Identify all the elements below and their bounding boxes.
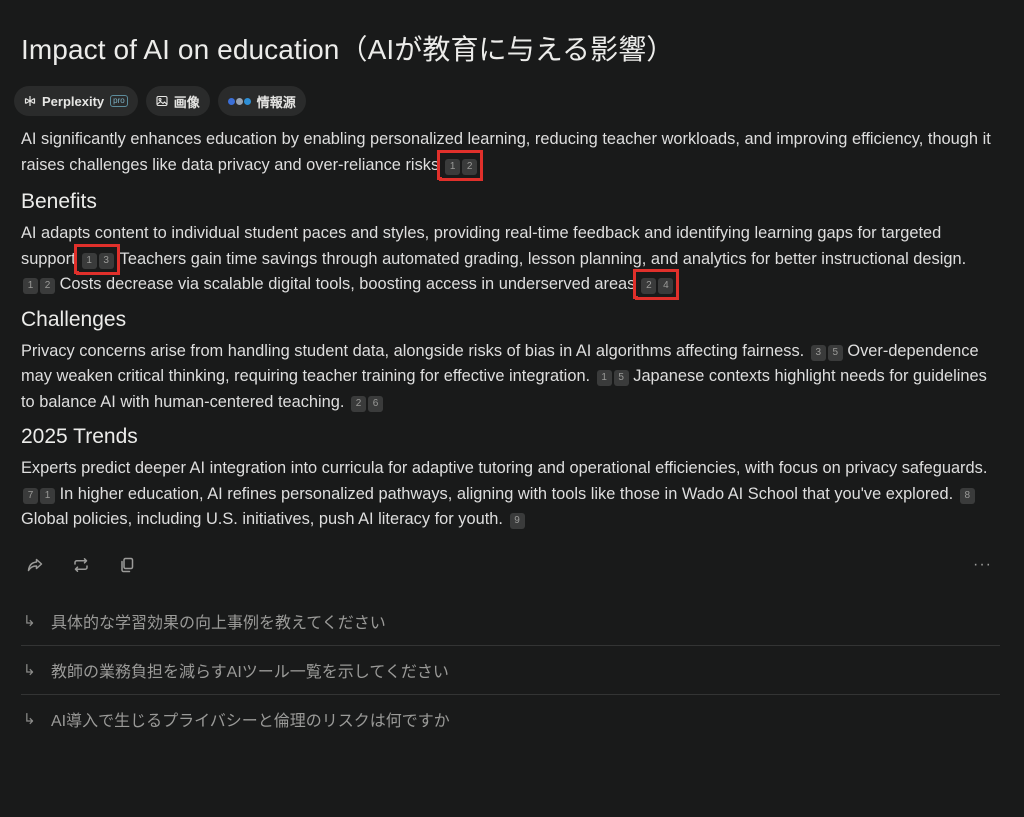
citation-group: 71: [21, 485, 55, 504]
copy-icon: [121, 557, 134, 572]
tab-perplexity[interactable]: Perplexity pro: [14, 86, 138, 116]
citation-group: 8: [958, 485, 975, 504]
citation-badge[interactable]: 3: [98, 252, 114, 269]
copy-button[interactable]: [115, 553, 139, 577]
rewrite-button[interactable]: [69, 553, 93, 577]
section-body-trends: Experts predict deeper AI integration in…: [21, 456, 1000, 533]
citation-badge[interactable]: 1: [596, 370, 612, 386]
tab-images[interactable]: 画像: [145, 86, 210, 116]
intro-text: AI significantly enhances education by e…: [21, 130, 991, 174]
tab-sources[interactable]: 情報源: [217, 86, 306, 116]
share-button[interactable]: [23, 553, 47, 577]
related-questions: ↳ 具体的な学習効果の向上事例を教えてください ↳ 教師の業務負担を減らすAIツ…: [21, 597, 1000, 744]
sentence: In higher education, AI refines personal…: [59, 484, 954, 503]
citation-badge[interactable]: 2: [641, 278, 657, 294]
citation-badge[interactable]: 5: [827, 344, 843, 361]
citation-group: 35: [809, 342, 843, 361]
citation-badge[interactable]: 2: [462, 158, 478, 175]
more-icon[interactable]: ···: [973, 556, 992, 574]
citation-badge[interactable]: 8: [959, 487, 975, 504]
citation-group: 15: [595, 367, 629, 386]
share-icon: [27, 558, 43, 571]
citation-badge[interactable]: 7: [23, 487, 38, 504]
related-question-item[interactable]: ↳ 具体的な学習効果の向上事例を教えてください: [21, 597, 1000, 646]
related-question-item[interactable]: ↳ 教師の業務負担を減らすAIツール一覧を示してください: [21, 646, 1000, 695]
citation-badge[interactable]: 5: [613, 370, 629, 386]
related-question-item[interactable]: ↳ AI導入で生じるプライバシーと倫理のリスクは何ですか: [21, 695, 1000, 744]
reply-arrow-icon: ↳: [23, 612, 36, 630]
citation-badge[interactable]: 2: [351, 395, 367, 412]
image-icon: [156, 95, 168, 107]
answer-tabs: Perplexity pro 画像 情報源: [14, 86, 1000, 116]
citation-badge[interactable]: 3: [810, 344, 826, 361]
tab-perplexity-label: Perplexity: [42, 93, 105, 109]
citation-group-highlighted: 13: [73, 243, 120, 274]
answer-page: Impact of AI on education（AIが教育に与える影響） P…: [0, 0, 1024, 817]
rewrite-icon: [74, 557, 88, 572]
citation-badge[interactable]: 1: [40, 487, 55, 504]
related-question-text: 教師の業務負担を減らすAIツール一覧を示してください: [51, 663, 449, 681]
citation-group-highlighted: 24: [633, 269, 680, 299]
citation-group: 12: [21, 275, 55, 294]
section-heading-challenges: Challenges: [21, 307, 127, 331]
related-question-text: 具体的な学習効果の向上事例を教えてください: [51, 614, 386, 632]
pro-badge: pro: [110, 95, 128, 107]
sentence: Costs decrease via scalable digital tool…: [59, 275, 636, 293]
citation-badge[interactable]: 1: [81, 252, 97, 269]
answer-intro: AI significantly enhances education by e…: [21, 127, 1000, 180]
sentence: Privacy concerns arise from handling stu…: [21, 341, 805, 360]
citation-badge[interactable]: 6: [368, 395, 384, 412]
citation-badge[interactable]: 4: [658, 278, 674, 294]
citation-group: 9: [508, 510, 525, 529]
section-heading-benefits: Benefits: [21, 190, 97, 213]
answer-actions: ···: [21, 553, 1000, 577]
tab-sources-label: 情報源: [256, 94, 296, 110]
citation-group: 26: [349, 393, 384, 412]
reply-arrow-icon: ↳: [23, 661, 36, 679]
citation-badge[interactable]: 2: [40, 278, 55, 294]
citation-badge[interactable]: 1: [23, 278, 38, 294]
section-heading-trends: 2025 Trends: [21, 425, 138, 448]
page-title: Impact of AI on education（AIが教育に与える影響）: [21, 34, 675, 65]
tab-images-label: 画像: [173, 94, 200, 110]
perplexity-logo-icon: [24, 96, 36, 106]
related-question-text: AI導入で生じるプライバシーと倫理のリスクは何ですか: [51, 713, 450, 730]
reply-arrow-icon: ↳: [23, 711, 36, 728]
source-favicons-icon: [227, 97, 251, 105]
sentence: Experts predict deeper AI integration in…: [21, 459, 988, 477]
sentence: Global policies, including U.S. initiati…: [21, 510, 503, 528]
sentence: Teachers gain time savings through autom…: [119, 249, 967, 268]
section-body-benefits: AI adapts content to individual student …: [21, 221, 1000, 299]
citation-badge[interactable]: 9: [509, 513, 525, 529]
citation-badge[interactable]: 1: [445, 158, 461, 175]
section-body-challenges: Privacy concerns arise from handling stu…: [21, 339, 1000, 416]
citation-group-highlighted: 12: [437, 149, 484, 180]
